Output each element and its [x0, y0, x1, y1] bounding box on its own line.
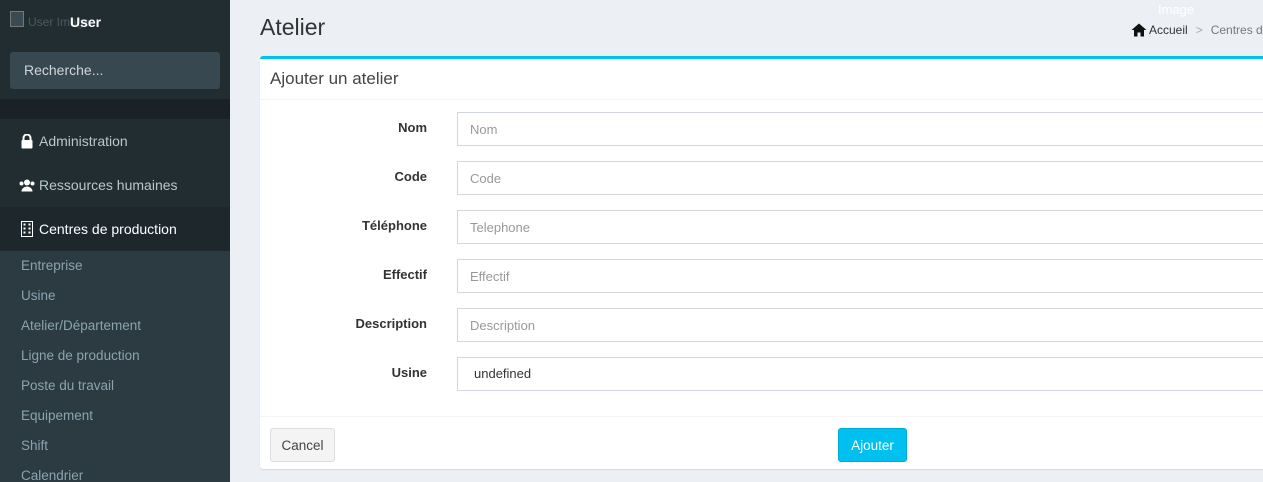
sidebar-item-ressources-humaines[interactable]: Ressources humaines	[0, 163, 230, 207]
image-label: Image	[1158, 2, 1195, 17]
submenu-item-equipement[interactable]: Equipement	[21, 401, 93, 431]
search-input[interactable]: Recherche...	[10, 52, 220, 89]
submenu-item-entreprise[interactable]: Entreprise	[21, 251, 83, 281]
box-header-divider	[260, 99, 1263, 100]
submenu-item-poste-du-travail[interactable]: Poste du travail	[21, 371, 114, 401]
submenu-item-usine[interactable]: Usine	[21, 281, 56, 311]
sidebar-item-administration[interactable]: Administration	[0, 119, 230, 163]
breadcrumb: Accueil > Centres de p	[1131, 23, 1263, 37]
field-label: Code	[394, 169, 428, 184]
box-footer-divider	[260, 416, 1263, 417]
form-row-effectif: Effectif	[260, 259, 1263, 293]
breadcrumb-separator: >	[1195, 23, 1203, 37]
sidebar-item-label: Administration	[39, 133, 128, 149]
effectif-input[interactable]	[457, 259, 1263, 293]
nom-input[interactable]	[457, 112, 1263, 146]
field-label: Description	[355, 316, 427, 331]
users-icon	[19, 177, 35, 193]
lock-icon	[19, 133, 35, 149]
description-input[interactable]	[457, 308, 1263, 342]
breadcrumb-home[interactable]: Accueil	[1149, 23, 1188, 37]
telephone-input[interactable]	[457, 210, 1263, 244]
user-name: User	[70, 14, 102, 30]
sidebar: User Image User Recherche... Administrat…	[0, 0, 230, 482]
form-title: Ajouter un atelier	[270, 69, 399, 88]
form-row-nom: Nom	[260, 112, 1263, 146]
submenu-item-calendrier[interactable]: Calendrier	[21, 461, 83, 482]
code-input[interactable]	[457, 161, 1263, 195]
field-label: Usine	[391, 365, 427, 380]
submenu: Entreprise Usine Atelier/Département Lig…	[0, 251, 230, 482]
breadcrumb-current[interactable]: Centres de p	[1211, 23, 1263, 37]
sidebar-item-label: Ressources humaines	[39, 177, 178, 193]
submit-button[interactable]: Ajouter	[838, 428, 907, 462]
submenu-item-shift[interactable]: Shift	[21, 431, 48, 461]
form-row-telephone: Téléphone	[260, 210, 1263, 244]
form-box: Ajouter un atelier Nom Code Téléphone Ef…	[260, 56, 1263, 469]
field-label: Téléphone	[361, 218, 427, 233]
submenu-item-ligne-de-production[interactable]: Ligne de production	[21, 341, 140, 371]
form-row-code: Code	[260, 161, 1263, 195]
cancel-button[interactable]: Cancel	[270, 428, 335, 462]
field-label: Nom	[398, 120, 427, 135]
sidebar-item-label: Centres de production	[39, 221, 177, 237]
user-panel: User Image User	[0, 0, 230, 45]
sidebar-divider	[0, 99, 230, 119]
avatar	[10, 11, 24, 27]
field-label: Effectif	[382, 267, 427, 282]
usine-select[interactable]: undefined	[457, 357, 1263, 391]
home-icon[interactable]	[1131, 23, 1147, 37]
form-row-usine: Usine undefined	[260, 357, 1263, 391]
building-icon	[19, 221, 35, 237]
page-title: Atelier	[260, 14, 326, 40]
sidebar-item-centres-de-production[interactable]: Centres de production	[0, 207, 230, 251]
form-row-description: Description	[260, 308, 1263, 342]
submenu-item-atelier[interactable]: Atelier/Département	[21, 311, 141, 341]
